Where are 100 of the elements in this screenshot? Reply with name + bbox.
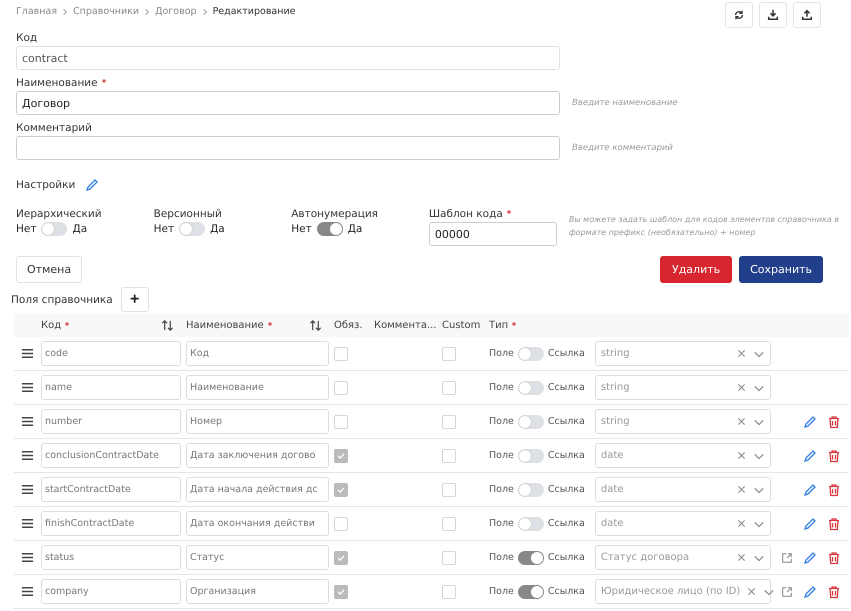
close-icon[interactable] <box>736 552 747 563</box>
switch-option: Ссылка <box>548 382 585 393</box>
toggle-switch[interactable] <box>518 550 544 564</box>
drag-handle-icon[interactable] <box>21 517 34 530</box>
external-link-icon[interactable] <box>781 586 793 598</box>
type-select[interactable]: date <box>594 443 771 468</box>
toggle-switch[interactable] <box>316 222 343 236</box>
checkbox[interactable] <box>442 550 456 564</box>
checkbox[interactable] <box>442 516 456 530</box>
upload-button[interactable] <box>793 2 821 28</box>
input-field[interactable]: Дата окончания действи <box>186 511 329 536</box>
toggle-switch[interactable] <box>518 482 544 496</box>
sort-icon[interactable] <box>161 319 174 332</box>
toggle-switch[interactable] <box>518 584 544 598</box>
drag-handle-icon[interactable] <box>21 415 34 428</box>
external-link-icon[interactable] <box>781 552 793 564</box>
checkbox[interactable] <box>442 448 456 462</box>
close-icon[interactable] <box>746 586 758 597</box>
checkbox[interactable] <box>334 550 348 564</box>
input-field[interactable]: 00000 <box>428 222 557 246</box>
input-field[interactable]: Дата начала действия дс <box>186 477 329 502</box>
input-field[interactable]: conclusionContractDate <box>41 443 181 468</box>
delete-button[interactable]: Удалить <box>660 256 732 283</box>
close-icon[interactable] <box>736 484 747 495</box>
type-select[interactable]: date <box>594 477 771 502</box>
input-field[interactable] <box>16 136 560 160</box>
trash-icon[interactable] <box>827 448 841 462</box>
pencil-icon[interactable] <box>803 448 817 462</box>
breadcrumb-link[interactable]: Главная <box>16 6 58 17</box>
checkbox[interactable] <box>334 516 348 530</box>
checkbox[interactable] <box>442 482 456 496</box>
trash-icon[interactable] <box>827 584 841 598</box>
breadcrumb-link[interactable]: Справочники <box>73 6 140 17</box>
toggle-switch[interactable] <box>518 448 544 462</box>
checkbox[interactable] <box>334 346 348 360</box>
input-field[interactable]: Наименование <box>186 375 329 400</box>
toggle-switch[interactable] <box>518 346 544 360</box>
select-value: date <box>600 518 624 529</box>
input-field[interactable]: Номер <box>186 409 329 434</box>
type-select[interactable]: Статус договора <box>594 545 771 570</box>
toggle-switch[interactable] <box>179 222 206 236</box>
type-select[interactable]: date <box>594 511 771 536</box>
input-field[interactable]: number <box>41 409 181 434</box>
input-field[interactable]: Дата заключения догово <box>186 443 329 468</box>
drag-handle-icon[interactable] <box>21 381 34 394</box>
trash-icon[interactable] <box>827 482 841 496</box>
input-field[interactable]: status <box>41 545 181 570</box>
checkbox[interactable] <box>334 414 348 428</box>
input-field[interactable]: Договор <box>16 91 560 115</box>
drag-handle-icon[interactable] <box>21 551 34 564</box>
input-field[interactable]: code <box>41 341 181 366</box>
input-field[interactable]: contract <box>16 46 560 70</box>
drag-handle-icon[interactable] <box>21 347 34 360</box>
download-button[interactable] <box>759 2 787 28</box>
type-select[interactable]: string <box>594 409 771 434</box>
add-button[interactable]: + <box>120 287 149 312</box>
input-field[interactable]: company <box>41 579 181 604</box>
trash-icon[interactable] <box>827 516 841 530</box>
pencil-icon[interactable] <box>803 550 817 564</box>
close-icon[interactable] <box>736 518 747 529</box>
checkbox[interactable] <box>442 584 456 598</box>
type-select[interactable]: string <box>594 341 771 366</box>
input-field[interactable]: Статус <box>186 545 329 570</box>
trash-icon[interactable] <box>827 550 841 564</box>
checkbox[interactable] <box>334 584 348 598</box>
pencil-icon[interactable] <box>803 516 817 530</box>
pencil-icon[interactable] <box>803 414 817 428</box>
pencil-icon[interactable] <box>803 482 817 496</box>
input-field[interactable]: startContractDate <box>41 477 181 502</box>
checkbox[interactable] <box>334 380 348 394</box>
input-field[interactable]: Организация <box>186 579 329 604</box>
type-select[interactable]: Юридическое лицо (по ID) <box>594 579 771 604</box>
input-field[interactable]: Код <box>186 341 329 366</box>
cancel-button[interactable]: Отмена <box>16 256 82 283</box>
checkbox[interactable] <box>334 482 348 496</box>
save-button[interactable]: Сохранить <box>739 256 823 283</box>
input-field[interactable]: finishContractDate <box>41 511 181 536</box>
refresh-button[interactable] <box>725 2 753 28</box>
checkbox[interactable] <box>334 448 348 462</box>
close-icon[interactable] <box>736 450 747 461</box>
toggle-switch[interactable] <box>518 414 544 428</box>
checkbox[interactable] <box>442 346 456 360</box>
toggle-switch[interactable] <box>518 380 544 394</box>
sort-icon[interactable] <box>309 319 322 332</box>
trash-icon[interactable] <box>827 414 841 428</box>
drag-handle-icon[interactable] <box>21 483 34 496</box>
drag-handle-icon[interactable] <box>21 585 34 598</box>
drag-handle-icon[interactable] <box>21 449 34 462</box>
input-field[interactable]: name <box>41 375 181 400</box>
toggle-switch[interactable] <box>41 222 68 236</box>
breadcrumb-link[interactable]: Договор <box>155 6 197 17</box>
pencil-icon[interactable] <box>85 178 100 192</box>
type-select[interactable]: string <box>594 375 771 400</box>
close-icon[interactable] <box>736 382 747 393</box>
pencil-icon[interactable] <box>803 584 817 598</box>
checkbox[interactable] <box>442 414 456 428</box>
toggle-switch[interactable] <box>518 516 544 530</box>
close-icon[interactable] <box>736 348 747 359</box>
close-icon[interactable] <box>736 416 747 427</box>
checkbox[interactable] <box>442 380 456 394</box>
